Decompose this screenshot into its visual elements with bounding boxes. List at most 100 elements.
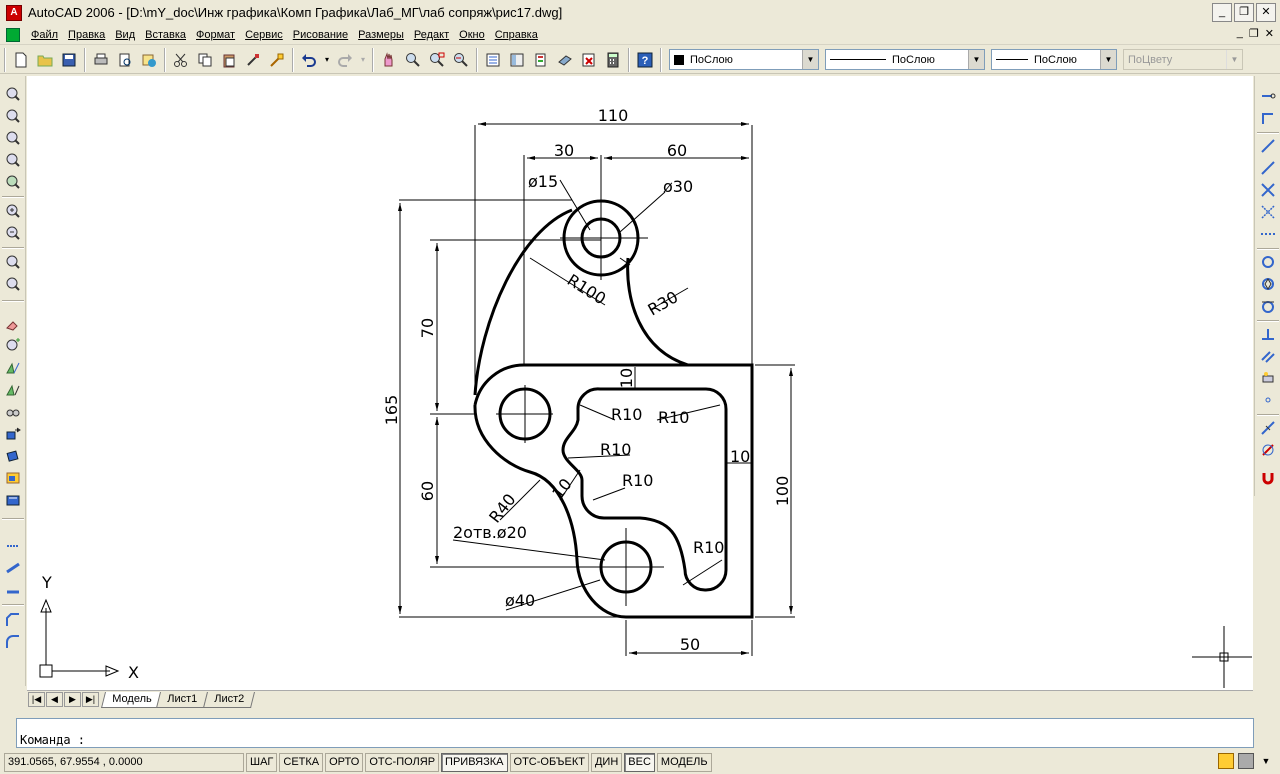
dyn-toggle[interactable]: ДИН (590, 752, 623, 772)
redo-icon[interactable] (334, 49, 356, 71)
open-file-icon[interactable] (34, 49, 56, 71)
menu-tools[interactable]: Сервис (240, 29, 288, 41)
paste-icon[interactable] (218, 49, 240, 71)
restore-button[interactable]: ❐ (1234, 3, 1254, 22)
zoom-window-icon[interactable] (3, 84, 23, 104)
menu-file[interactable]: Файл (26, 29, 63, 41)
match-properties-icon[interactable] (242, 49, 264, 71)
redo-dropdown-icon[interactable]: ▾ (358, 49, 368, 71)
sheet-set-icon[interactable] (554, 49, 576, 71)
last-tab-button[interactable]: ▶| (82, 692, 99, 707)
pan-icon[interactable] (378, 49, 400, 71)
zoom-out-icon[interactable] (3, 223, 23, 243)
zoom-realtime-icon[interactable] (402, 49, 424, 71)
document-icon[interactable] (6, 27, 20, 42)
fillet-icon[interactable] (3, 632, 23, 652)
doc-restore-button[interactable]: ❐ (1249, 27, 1259, 40)
zoom-object-icon[interactable] (3, 172, 23, 192)
zoom-all-icon[interactable] (3, 252, 23, 272)
mirror-icon[interactable] (3, 358, 23, 378)
snap-nearest-icon[interactable] (1258, 418, 1278, 438)
offset-icon[interactable] (3, 380, 23, 400)
design-center-icon[interactable] (506, 49, 528, 71)
prev-tab-button[interactable]: ◀ (46, 692, 63, 707)
move-icon[interactable] (3, 424, 23, 444)
doc-minimize-button[interactable]: _ (1237, 27, 1243, 40)
snap-from-icon[interactable] (1258, 108, 1278, 128)
chevron-down-icon[interactable]: ▼ (1100, 50, 1116, 69)
snap-endpoint-icon[interactable] (1258, 136, 1278, 156)
menu-format[interactable]: Формат (191, 29, 240, 41)
snap-toggle[interactable]: ШАГ (246, 752, 278, 772)
menu-draw[interactable]: Рисование (288, 29, 353, 41)
command-line[interactable]: Команда : (16, 718, 1254, 748)
model-toggle[interactable]: МОДЕЛЬ (656, 752, 712, 772)
save-icon[interactable] (58, 49, 80, 71)
ortho-toggle[interactable]: ОРТО (325, 752, 364, 772)
erase-icon[interactable] (3, 314, 23, 334)
minimize-button[interactable]: _ (1212, 3, 1232, 22)
tab-layout1[interactable]: Лист1 (156, 691, 209, 708)
lock-icon[interactable] (1238, 753, 1254, 769)
lineweight-combo[interactable]: ПоСлою ▼ (991, 49, 1117, 70)
snap-parallel-icon[interactable] (1258, 346, 1278, 366)
lineweight-toggle[interactable]: ВЕС (624, 752, 655, 772)
cut-icon[interactable] (170, 49, 192, 71)
snap-midpoint-icon[interactable] (1258, 158, 1278, 178)
snap-apparent-intersection-icon[interactable] (1258, 202, 1278, 222)
menu-insert[interactable]: Вставка (140, 29, 191, 41)
osnap-settings-icon[interactable] (1258, 468, 1278, 488)
new-file-icon[interactable] (10, 49, 32, 71)
next-tab-button[interactable]: ▶ (64, 692, 81, 707)
scale-icon[interactable] (3, 468, 23, 488)
grid-toggle[interactable]: СЕТКА (279, 752, 324, 772)
linetype-combo[interactable]: ПоСлою ▼ (825, 49, 985, 70)
break-icon[interactable] (3, 580, 23, 600)
layer-color-combo[interactable]: ПоСлою ▼ (669, 49, 819, 70)
stretch-icon[interactable] (3, 490, 23, 510)
chamfer-icon[interactable] (3, 610, 23, 630)
osnap-toggle[interactable]: ПРИВЯЗКА (441, 752, 508, 772)
coordinates-readout[interactable]: 391.0565, 67.9554 , 0.0000 (4, 752, 244, 772)
zoom-center-icon[interactable] (3, 150, 23, 170)
markup-icon[interactable] (578, 49, 600, 71)
rotate-icon[interactable] (3, 446, 23, 466)
snap-insert-icon[interactable] (1258, 368, 1278, 388)
snap-tangent-icon[interactable] (1258, 296, 1278, 316)
block-editor-icon[interactable] (266, 49, 288, 71)
print-icon[interactable] (90, 49, 112, 71)
zoom-in-icon[interactable] (3, 201, 23, 221)
zoom-previous-icon[interactable] (450, 49, 472, 71)
horizontal-scrollbar[interactable] (0, 708, 1280, 716)
polar-toggle[interactable]: ОТС-ПОЛЯР (365, 752, 440, 772)
undo-dropdown-icon[interactable]: ▾ (322, 49, 332, 71)
print-preview-icon[interactable] (114, 49, 136, 71)
copy-icon[interactable] (194, 49, 216, 71)
extend-icon[interactable] (3, 558, 23, 578)
zoom-scale-icon[interactable] (3, 128, 23, 148)
chevron-down-icon[interactable]: ▼ (968, 50, 984, 69)
help-icon[interactable]: ? (634, 49, 656, 71)
snap-extension-icon[interactable] (1258, 224, 1278, 244)
snap-perpendicular-icon[interactable] (1258, 324, 1278, 344)
zoom-dynamic-icon[interactable] (3, 106, 23, 126)
menu-help[interactable]: Справка (490, 29, 543, 41)
snap-intersection-icon[interactable] (1258, 180, 1278, 200)
snap-node-icon[interactable] (1258, 390, 1278, 410)
undo-icon[interactable] (298, 49, 320, 71)
trim-icon[interactable] (3, 536, 23, 556)
doc-close-button[interactable]: ✕ (1265, 27, 1274, 40)
copy-object-icon[interactable] (3, 336, 23, 356)
array-icon[interactable] (3, 402, 23, 422)
otrack-toggle[interactable]: ОТС-ОБЪЕКТ (509, 752, 589, 772)
zoom-window-icon[interactable] (426, 49, 448, 71)
properties-icon[interactable] (482, 49, 504, 71)
snap-temporary-track-icon[interactable] (1258, 86, 1278, 106)
calculator-icon[interactable] (602, 49, 624, 71)
snap-quadrant-icon[interactable] (1258, 274, 1278, 294)
chevron-down-icon[interactable]: ▼ (1258, 753, 1274, 769)
chevron-down-icon[interactable]: ▼ (802, 50, 818, 69)
close-button[interactable]: ✕ (1256, 3, 1276, 22)
menu-view[interactable]: Вид (110, 29, 140, 41)
zoom-extents-icon[interactable] (3, 274, 23, 294)
